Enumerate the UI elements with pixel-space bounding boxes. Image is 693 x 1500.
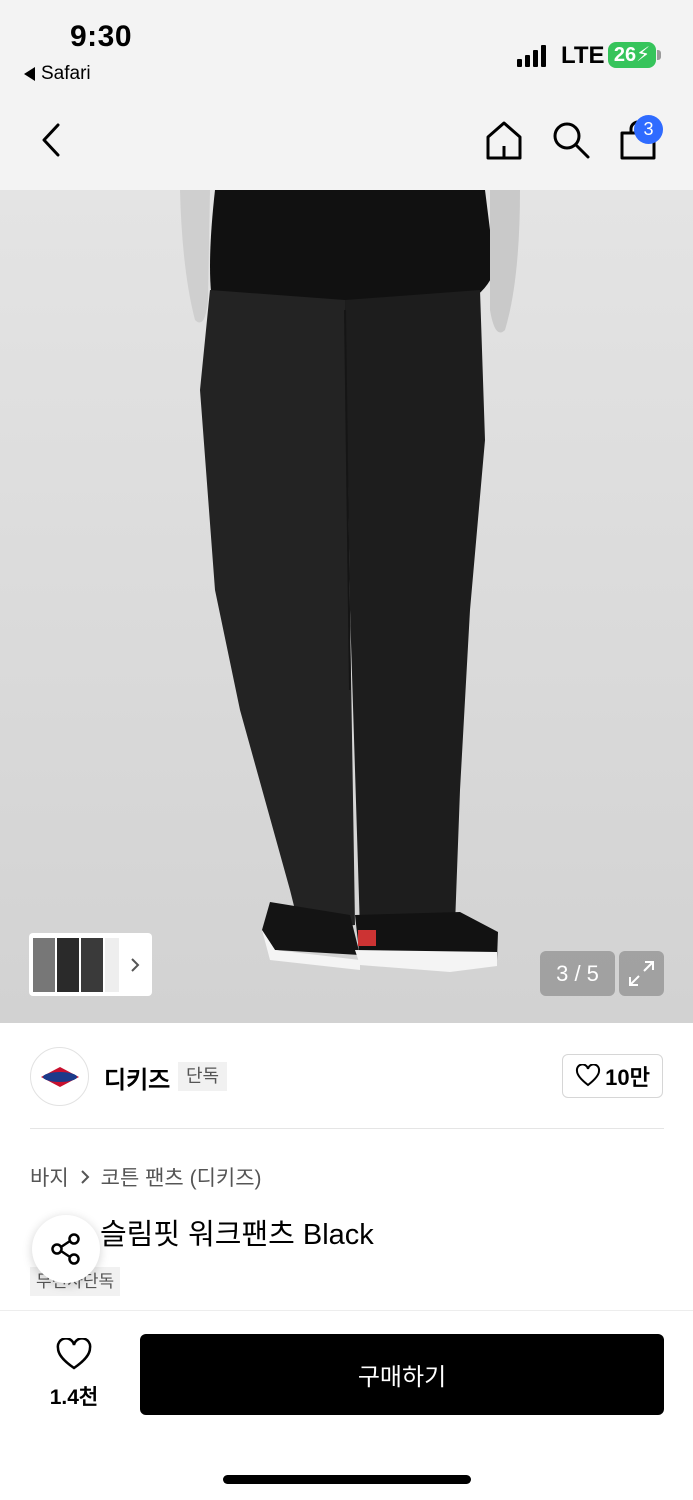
chevron-right-icon <box>80 1170 90 1184</box>
product-image[interactable] <box>0 190 693 1023</box>
thumbnail-strip[interactable] <box>29 933 152 996</box>
battery-tip <box>657 50 661 60</box>
wishlist-count: 1.4천 <box>49 1386 99 1409</box>
thumbnail-2[interactable] <box>57 937 79 992</box>
top-nav <box>0 100 693 190</box>
brand-logo[interactable] <box>30 1047 89 1106</box>
status-bar: 9:30 Safari LTE 26⚡ <box>0 0 693 100</box>
thumbnail-1[interactable] <box>33 937 55 992</box>
network-type: LTE <box>561 42 605 69</box>
back-arrow-icon[interactable] <box>38 122 66 158</box>
thumbnail-3[interactable] <box>81 937 103 992</box>
breadcrumb-item-pants[interactable]: 바지 <box>30 1162 69 1192</box>
breadcrumb: 바지 코튼 팬츠 (디키즈) <box>30 1162 262 1192</box>
home-icon[interactable] <box>484 119 524 161</box>
share-icon <box>51 1233 80 1265</box>
back-to-safari-link[interactable]: Safari <box>24 63 91 85</box>
chevron-right-icon[interactable] <box>125 955 145 975</box>
battery-icon: 26⚡ <box>608 42 656 68</box>
brand-like-button[interactable]: 10만 <box>562 1054 663 1098</box>
brand-exclusive-tag: 단독 <box>178 1062 228 1091</box>
breadcrumb-item-category[interactable]: 코튼 팬츠 (디키즈) <box>101 1162 262 1192</box>
heart-icon <box>576 1064 601 1087</box>
image-counter: 3 / 5 <box>540 951 615 996</box>
battery-level: 26 <box>613 44 637 66</box>
wishlist-button[interactable]: 1.4천 <box>40 1337 108 1411</box>
product-photo <box>180 190 520 972</box>
dickies-logo-icon <box>40 1066 79 1087</box>
expand-button[interactable] <box>619 951 664 996</box>
heart-icon <box>56 1337 92 1370</box>
buy-button[interactable]: 구매하기 <box>140 1334 664 1415</box>
cellular-signal-icon <box>517 45 546 67</box>
back-triangle-icon <box>24 67 35 81</box>
divider <box>30 1128 664 1129</box>
brand-like-count: 10만 <box>605 1065 650 1090</box>
home-indicator[interactable] <box>223 1475 471 1484</box>
share-button[interactable] <box>32 1215 100 1283</box>
status-time: 9:30 <box>70 20 133 53</box>
product-title-text: 슬림핏 워크팬츠 Black <box>100 1219 374 1251</box>
search-icon[interactable] <box>551 120 591 160</box>
brand-name[interactable]: 디키즈 <box>104 1060 170 1095</box>
thumbnail-4[interactable] <box>105 937 119 992</box>
cart-count-badge: 3 <box>634 115 663 144</box>
back-app-label: Safari <box>41 63 91 84</box>
expand-icon <box>629 961 654 986</box>
